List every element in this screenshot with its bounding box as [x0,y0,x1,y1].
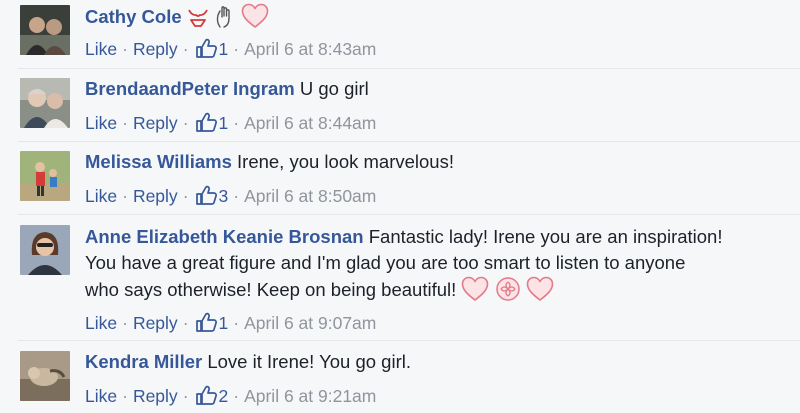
heart-emoji-icon [526,276,554,309]
thumbs-up-icon[interactable] [195,38,217,58]
like-count[interactable]: 1 [219,313,229,333]
avatar[interactable] [20,78,70,128]
reply-link[interactable]: Reply [133,386,178,406]
raised-hand-emoji-icon [214,5,236,36]
comment-timestamp[interactable]: April 6 at 8:44am [244,113,376,133]
thumbs-up-icon[interactable] [195,185,217,205]
comment-actions: Like · Reply · 1 · April 6 at 8:44am [85,112,377,133]
reply-link[interactable]: Reply [133,113,178,133]
comment-timestamp[interactable]: April 6 at 9:21am [244,386,376,406]
comment-actions: Like · Reply · 1 · April 6 at 8:43am [85,38,377,59]
like-count[interactable]: 1 [219,39,229,59]
comment-item: Anne Elizabeth Keanie Brosnan Fantastic … [0,215,800,340]
avatar[interactable] [20,351,70,401]
like-link[interactable]: Like [85,113,117,133]
thumbs-up-icon[interactable] [195,312,217,332]
comment-text: Love it Irene! You go girl. [207,351,411,372]
comment-text: Irene, you look marvelous! [237,151,454,172]
comment-text-line-2: You have a great figure and I'm glad you… [85,252,686,273]
comment-item: Melissa Williams Irene, you look marvelo… [0,142,800,214]
like-link[interactable]: Like [85,313,117,333]
flower-emoji-icon [495,276,521,309]
comment-text-line-1: Fantastic lady! Irene you are an inspira… [368,226,723,247]
comment-actions: Like · Reply · 1 · April 6 at 9:07am [85,312,377,333]
comment-item: Cathy Cole Like · Reply · 1 · April 6 at… [0,0,800,68]
comment-author[interactable]: Anne Elizabeth Keanie Brosnan [85,226,364,247]
comment-actions: Like · Reply · 3 · April 6 at 8:50am [85,185,377,206]
avatar[interactable] [20,5,70,55]
comment-author[interactable]: Melissa Williams [85,151,232,172]
comment-text: U go girl [299,78,369,99]
comment-item: Kendra Miller Love it Irene! You go girl… [0,341,800,413]
like-link[interactable]: Like [85,386,117,406]
comment-author[interactable]: Kendra Miller [85,351,202,372]
like-count[interactable]: 1 [219,113,229,133]
bikini-emoji-icon [187,5,209,36]
comment-item: BrendaandPeter Ingram U go girl Like · Rep… [0,69,800,141]
thumbs-up-icon[interactable] [195,112,217,132]
comment-author[interactable]: BrendaandPeter Ingram [85,78,295,99]
like-link[interactable]: Like [85,39,117,59]
like-count[interactable]: 3 [219,186,229,206]
heart-emoji-icon [461,276,489,309]
reply-link[interactable]: Reply [133,39,178,59]
comment-author[interactable]: Cathy Cole [85,6,182,27]
comment-actions: Like · Reply · 2 · April 6 at 9:21am [85,385,377,406]
like-count[interactable]: 2 [219,386,229,406]
comment-text-line-3: who says otherwise! Keep on being beauti… [85,279,457,300]
thumbs-up-icon[interactable] [195,385,217,405]
heart-emoji-icon [241,3,269,36]
comments-list: Cathy Cole Like · Reply · 1 · April 6 at… [0,0,800,413]
reply-link[interactable]: Reply [133,186,178,206]
comment-timestamp[interactable]: April 6 at 9:07am [244,313,376,333]
avatar[interactable] [20,151,70,201]
avatar[interactable] [20,225,70,275]
comment-timestamp[interactable]: April 6 at 8:43am [244,39,376,59]
reply-link[interactable]: Reply [133,313,178,333]
comment-timestamp[interactable]: April 6 at 8:50am [244,186,376,206]
like-link[interactable]: Like [85,186,117,206]
